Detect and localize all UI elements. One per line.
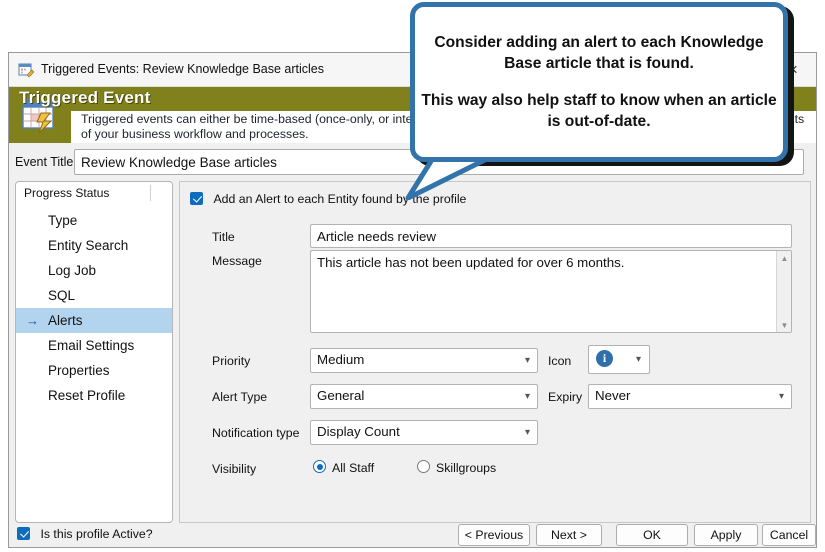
callout-bubble: Consider adding an alert to each Knowled… — [410, 2, 788, 162]
sidebar-item-email-settings[interactable]: Email Settings — [16, 333, 172, 358]
radio-all-staff-label: All Staff — [332, 461, 375, 475]
alerts-settings-panel: Add an Alert to each Entity found by the… — [179, 181, 811, 523]
chevron-down-icon[interactable]: ▾ — [525, 421, 530, 444]
sidebar-item-label: SQL — [48, 288, 76, 303]
notification-type-value: Display Count — [317, 424, 400, 439]
sidebar-item-log-job[interactable]: Log Job — [16, 258, 172, 283]
sidebar-item-reset-profile[interactable]: Reset Profile — [16, 383, 172, 408]
sidebar-item-label: Log Job — [48, 263, 97, 278]
checkbox-checked-icon[interactable] — [190, 192, 203, 205]
event-title-label: Event Title — [15, 155, 74, 169]
sidebar-item-label: Properties — [48, 363, 110, 378]
alert-type-label: Alert Type — [212, 390, 268, 404]
previous-button[interactable]: < Previous — [458, 524, 530, 546]
info-icon: i — [596, 350, 613, 367]
alert-type-value: General — [317, 388, 365, 403]
title-field-label: Title — [212, 230, 235, 244]
selection-arrow-icon: → — [26, 313, 39, 328]
scroll-up-icon[interactable]: ▲ — [777, 251, 792, 265]
checkbox-checked-icon[interactable] — [17, 527, 30, 540]
icon-select[interactable]: i ▾ — [588, 345, 650, 374]
radio-all-staff[interactable] — [313, 460, 326, 473]
priority-label: Priority — [212, 354, 251, 368]
expiry-value: Never — [595, 388, 631, 403]
message-scrollbar[interactable]: ▲ ▼ — [776, 251, 791, 332]
message-field-label: Message — [212, 254, 262, 268]
window-title: Triggered Events: Review Knowledge Base … — [41, 62, 325, 76]
sidebar-item-label: Type — [48, 213, 78, 228]
sidebar-header: Progress Status — [16, 182, 172, 206]
expiry-label: Expiry — [548, 390, 583, 404]
sidebar-list: Type Entity Search Log Job SQL → Alerts — [16, 208, 172, 408]
sidebar-header-divider — [150, 185, 151, 201]
icon-label: Icon — [548, 354, 572, 368]
sidebar-item-label: Entity Search — [48, 238, 129, 253]
ok-button[interactable]: OK — [616, 524, 688, 546]
sidebar-item-sql[interactable]: SQL — [16, 283, 172, 308]
sidebar-item-label: Reset Profile — [48, 388, 126, 403]
expiry-select[interactable]: Never ▾ — [588, 384, 792, 409]
visibility-label: Visibility — [212, 462, 257, 476]
priority-select[interactable]: Medium ▾ — [310, 348, 538, 373]
cancel-button[interactable]: Cancel — [762, 524, 816, 546]
sidebar-item-properties[interactable]: Properties — [16, 358, 172, 383]
alert-title-input[interactable] — [310, 224, 792, 248]
sidebar-item-label: Alerts — [48, 313, 83, 328]
alert-message-textarea[interactable]: This article has not been updated for ov… — [310, 250, 792, 333]
banner-heading: Triggered Event — [19, 88, 151, 107]
screenshot-root: Triggered Events: Review Knowledge Base … — [0, 0, 825, 552]
apply-button[interactable]: Apply — [694, 524, 758, 546]
scroll-down-icon[interactable]: ▼ — [777, 318, 792, 332]
sidebar-item-label: Email Settings — [48, 338, 135, 353]
notification-type-label: Notification type — [212, 426, 300, 440]
sidebar-item-alerts[interactable]: → Alerts — [16, 308, 172, 333]
next-button[interactable]: Next > — [536, 524, 602, 546]
window-footer: Is this profile Active? < Previous Next … — [9, 521, 816, 547]
calendar-edit-icon — [18, 62, 35, 78]
sidebar-item-entity-search[interactable]: Entity Search — [16, 233, 172, 258]
priority-value: Medium — [317, 352, 365, 367]
progress-status-sidebar: Progress Status Type Entity Search Log J… — [15, 181, 173, 523]
active-profile-checkbox-row[interactable]: Is this profile Active? — [17, 525, 153, 543]
active-profile-label: Is this profile Active? — [40, 527, 153, 541]
alert-message-text: This article has not been updated for ov… — [317, 255, 625, 270]
notification-type-select[interactable]: Display Count ▾ — [310, 420, 538, 445]
sidebar-item-type[interactable]: Type — [16, 208, 172, 233]
callout-line-2: This way also help staff to know when an… — [421, 92, 777, 130]
alert-type-select[interactable]: General ▾ — [310, 384, 538, 409]
callout-line-1: Consider adding an alert to each Knowled… — [434, 34, 764, 72]
radio-skillgroups[interactable] — [417, 460, 430, 473]
chevron-down-icon[interactable]: ▾ — [779, 385, 784, 408]
chevron-down-icon[interactable]: ▾ — [636, 346, 641, 373]
chevron-down-icon[interactable]: ▾ — [525, 385, 530, 408]
sidebar-header-label: Progress Status — [24, 186, 110, 200]
chevron-down-icon[interactable]: ▾ — [525, 349, 530, 372]
radio-skillgroups-label: Skillgroups — [436, 461, 497, 475]
